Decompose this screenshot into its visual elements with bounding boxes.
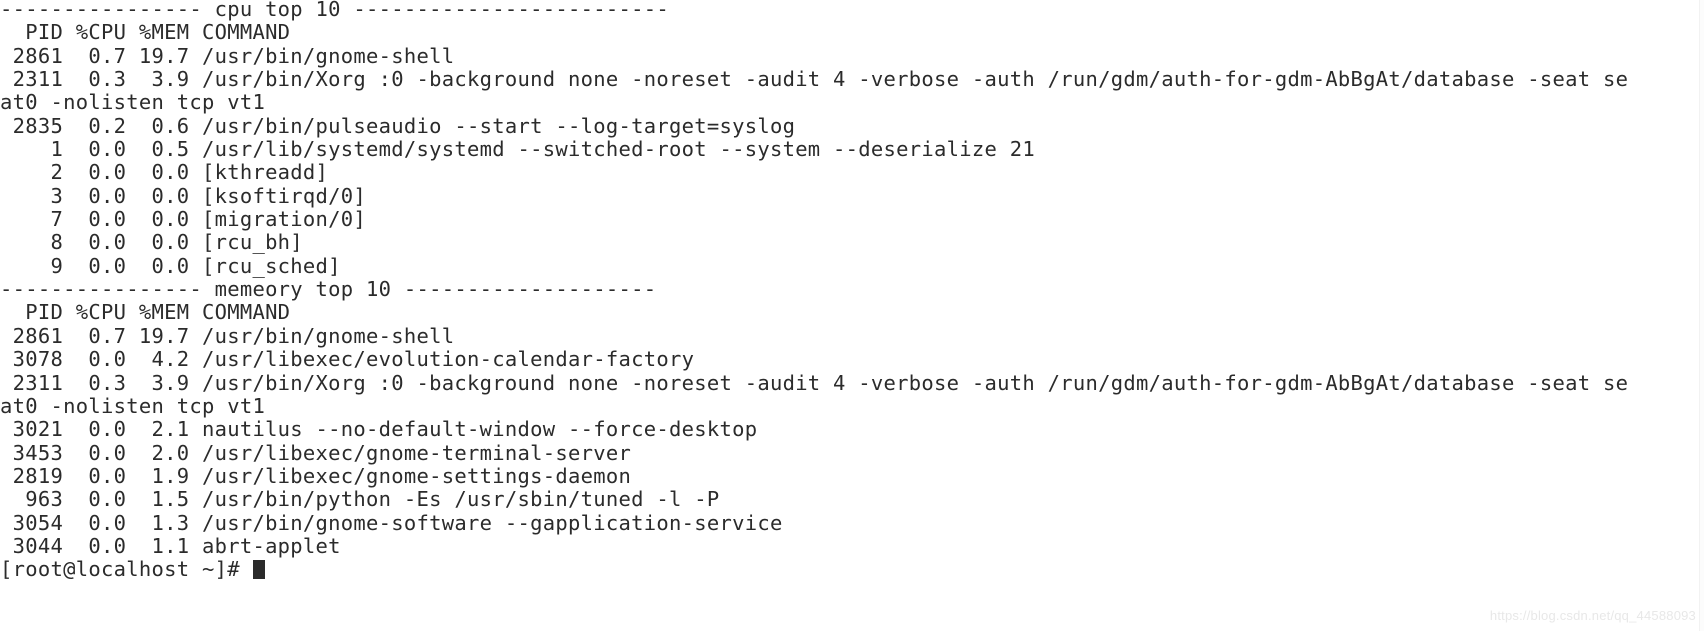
terminal-window[interactable]: ---------------- cpu top 10 ------------…	[0, 0, 1704, 631]
process-row: 3054 0.0 1.3 /usr/bin/gnome-software --g…	[0, 510, 783, 535]
process-row: 7 0.0 0.0 [migration/0]	[0, 207, 367, 232]
process-row: 2 0.0 0.0 [kthreadd]	[0, 160, 329, 185]
process-row: 2311 0.3 3.9 /usr/bin/Xorg :0 -backgroun…	[0, 67, 1629, 92]
column-header-cpu: PID %CPU %MEM COMMAND	[0, 20, 291, 45]
process-row: 3021 0.0 2.1 nautilus --no-default-windo…	[0, 417, 758, 442]
process-row: 3078 0.0 4.2 /usr/libexec/evolution-cale…	[0, 347, 695, 372]
separator-memory-top-10: ---------------- memeory top 10 --------…	[0, 277, 657, 302]
process-row: 2835 0.2 0.6 /usr/bin/pulseaudio --start…	[0, 113, 796, 138]
process-row-wrap: at0 -nolisten tcp vt1	[0, 393, 266, 418]
terminal-output: ---------------- cpu top 10 ------------…	[0, 0, 1704, 582]
process-row: 3 0.0 0.0 [ksoftirqd/0]	[0, 183, 367, 208]
column-header-memory: PID %CPU %MEM COMMAND	[0, 300, 291, 325]
process-row: 2861 0.7 19.7 /usr/bin/gnome-shell	[0, 323, 455, 348]
process-row: 9 0.0 0.0 [rcu_sched]	[0, 253, 341, 278]
process-row: 3453 0.0 2.0 /usr/libexec/gnome-terminal…	[0, 440, 632, 465]
separator-cpu-top-10: ---------------- cpu top 10 ------------…	[0, 0, 669, 21]
process-row: 8 0.0 0.0 [rcu_bh]	[0, 230, 303, 255]
process-row: 2861 0.7 19.7 /usr/bin/gnome-shell	[0, 43, 455, 68]
process-row: 3044 0.0 1.1 abrt-applet	[0, 533, 341, 558]
prompt-line[interactable]: [root@localhost ~]#	[0, 558, 1704, 581]
process-row: 963 0.0 1.5 /usr/bin/python -Es /usr/sbi…	[0, 487, 720, 512]
watermark-text: https://blog.csdn.net/qq_44588093	[1489, 608, 1696, 623]
shell-prompt: [root@localhost ~]#	[0, 557, 253, 582]
process-row: 2311 0.3 3.9 /usr/bin/Xorg :0 -backgroun…	[0, 370, 1629, 395]
right-edge-divider	[1699, 0, 1704, 631]
process-row: 1 0.0 0.5 /usr/lib/systemd/systemd --swi…	[0, 137, 1036, 162]
process-row-wrap: at0 -nolisten tcp vt1	[0, 90, 266, 115]
process-row: 2819 0.0 1.9 /usr/libexec/gnome-settings…	[0, 463, 632, 488]
block-cursor	[253, 560, 265, 580]
